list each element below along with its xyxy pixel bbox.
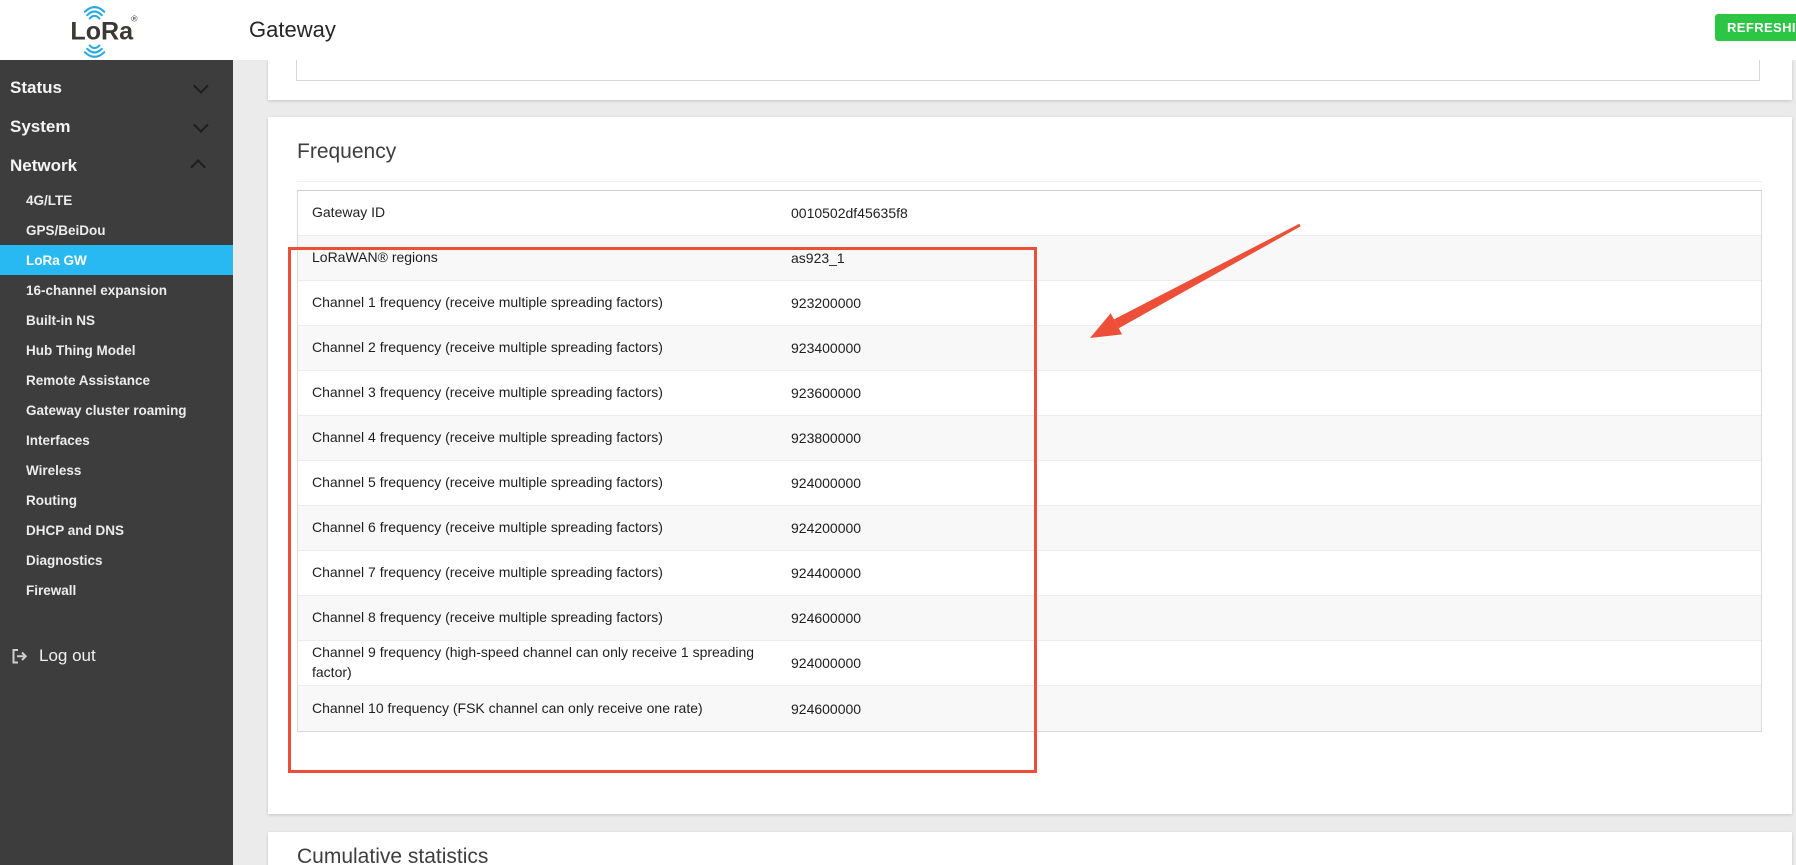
row-label: Gateway ID [312,204,386,221]
row-value: 924400000 [791,565,862,581]
sidebar-section-label: Network [10,155,78,175]
cumulative-section-title: Cumulative statistics [297,845,489,865]
sidebar-section-status[interactable]: Status [0,68,233,107]
lora-logo: LoRa ® [64,4,154,58]
sidebar-item-label: Interfaces [26,432,90,448]
row-label: Channel 1 frequency (receive multiple sp… [312,294,663,311]
sidebar-item[interactable]: 16-channel expansion [0,275,233,305]
sidebar-item-label: Wireless [26,462,82,478]
logout-label: Log out [39,646,96,665]
heading-divider [297,181,1762,182]
sidebar-item[interactable]: Firewall [0,575,233,605]
sidebar-item-label: Routing [26,492,77,508]
row-value: 923600000 [791,385,862,401]
sidebar-item[interactable]: Gateway cluster roaming [0,395,233,425]
sidebar-item[interactable]: GPS/BeiDou [0,215,233,245]
row-label: Channel 9 frequency (high-speed channel … [312,644,755,680]
svg-text:®: ® [131,13,138,23]
table-row: LoRaWAN® regions as923_1 [298,236,1761,281]
row-label: Channel 10 frequency (FSK channel can on… [312,699,703,716]
chevron-up-icon [190,159,206,175]
table-row: Gateway ID 0010502df45635f8 [298,191,1761,236]
sidebar-item[interactable]: Interfaces [0,425,233,455]
sidebar-item[interactable]: Built-in NS [0,305,233,335]
sidebar-item-label: DHCP and DNS [26,522,125,538]
sidebar-item-label: 4G/LTE [26,192,73,208]
sidebar-item-label: Firewall [26,582,77,598]
frequency-table: Gateway ID 0010502df45635f8 LoRaWAN® reg… [297,190,1762,732]
page-title: Gateway [249,17,336,42]
logout-icon [12,648,28,663]
sidebar-item-label: Gateway cluster roaming [26,402,187,418]
network-submenu: 4G/LTE GPS/BeiDou LoRa GW 16-channel exp… [0,185,233,605]
sidebar: Status System Network 4G/LTE GPS/BeiDou … [0,60,233,865]
row-value: 923400000 [791,340,862,356]
row-value: 923800000 [791,430,862,446]
chevron-down-icon [193,78,209,94]
table-row: Channel 5 frequency (receive multiple sp… [298,461,1761,506]
table-row: Channel 10 frequency (FSK channel can on… [298,686,1761,731]
main-content: Frequency Gateway ID 0010502df45635f8 Lo… [233,60,1796,865]
sidebar-section-network[interactable]: Network [0,146,233,185]
row-value: 924000000 [791,655,862,671]
row-label: Channel 6 frequency (receive multiple sp… [312,519,663,536]
sidebar-item-label: Diagnostics [26,552,103,568]
refresh-button[interactable]: REFRESHING [1715,14,1796,41]
row-value: 0010502df45635f8 [791,205,908,221]
sidebar-item[interactable]: Diagnostics [0,545,233,575]
frequency-section-title: Frequency [297,140,397,163]
row-label: Channel 8 frequency (receive multiple sp… [312,609,663,626]
table-row: Channel 8 frequency (receive multiple sp… [298,596,1761,641]
sidebar-item[interactable]: LoRa GW [0,245,233,275]
row-value: 924200000 [791,520,862,536]
sidebar-item-label: Remote Assistance [26,372,151,388]
table-row: Channel 4 frequency (receive multiple sp… [298,416,1761,461]
row-value: 923200000 [791,295,862,311]
sidebar-item-label: GPS/BeiDou [26,222,106,238]
sidebar-item[interactable]: Wireless [0,455,233,485]
chevron-down-icon [193,117,209,133]
table-row: Channel 7 frequency (receive multiple sp… [298,551,1761,596]
row-label: Channel 2 frequency (receive multiple sp… [312,339,663,356]
row-label: Channel 7 frequency (receive multiple sp… [312,564,663,581]
table-row: Channel 1 frequency (receive multiple sp… [298,281,1761,326]
row-label: Channel 4 frequency (receive multiple sp… [312,429,663,446]
cumulative-statistics-card: Cumulative statistics [268,832,1792,865]
sidebar-item-label: 16-channel expansion [26,282,168,298]
sidebar-item[interactable]: Hub Thing Model [0,335,233,365]
table-row: Channel 9 frequency (high-speed channel … [298,641,1761,686]
lora-logo-icon: LoRa ® [70,6,138,58]
app-header: LoRa ® Gateway REFRESHING [0,0,1796,60]
row-value: 924600000 [791,700,862,717]
table-row: Channel 3 frequency (receive multiple sp… [298,371,1761,416]
sidebar-item[interactable]: Remote Assistance [0,365,233,395]
sidebar-section-label: System [10,116,71,136]
sidebar-section-label: Status [10,77,62,97]
logout-button[interactable]: Log out [0,637,233,675]
row-label: LoRaWAN® regions [312,249,438,266]
sidebar-item-label: Built-in NS [26,312,95,328]
sidebar-item-label: Hub Thing Model [26,342,136,358]
table-row: Channel 2 frequency (receive multiple sp… [298,326,1761,371]
table-row: Channel 6 frequency (receive multiple sp… [298,506,1761,551]
row-label: Channel 5 frequency (receive multiple sp… [312,474,663,491]
svg-text:LoRa: LoRa [70,18,134,46]
sidebar-item[interactable]: DHCP and DNS [0,515,233,545]
row-label: Channel 3 frequency (receive multiple sp… [312,384,663,401]
row-value: 924600000 [791,610,862,626]
input-field-remnant [296,60,1760,81]
sidebar-section-system[interactable]: System [0,107,233,146]
frequency-card: Frequency Gateway ID 0010502df45635f8 Lo… [268,117,1792,814]
sidebar-item[interactable]: Routing [0,485,233,515]
row-value: 924000000 [791,475,862,491]
row-value: as923_1 [791,250,845,266]
sidebar-item[interactable]: 4G/LTE [0,185,233,215]
sidebar-item-label: LoRa GW [26,252,87,268]
previous-section-card-partial [268,60,1792,100]
